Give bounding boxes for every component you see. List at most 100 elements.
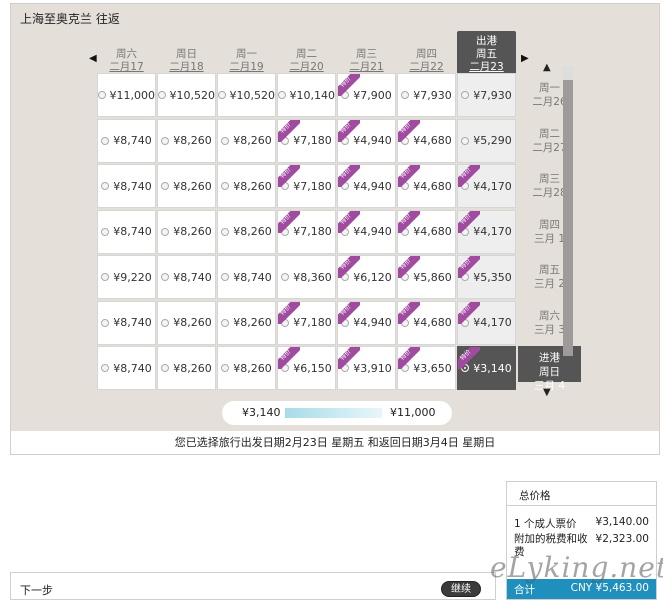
fare-cell[interactable]: ¥8,740 bbox=[217, 255, 276, 299]
fare-cell[interactable]: 特价 ¥4,680 bbox=[397, 164, 456, 208]
fare-cell[interactable]: ¥8,740 bbox=[97, 118, 156, 163]
fare-cell[interactable]: 特价 ¥6,150 bbox=[277, 346, 336, 390]
fare-cell[interactable]: ¥7,930 bbox=[397, 73, 456, 117]
fare-radio[interactable] bbox=[401, 91, 410, 99]
fare-radio[interactable] bbox=[101, 318, 110, 327]
scrollbar-thumb[interactable] bbox=[563, 66, 573, 80]
fare-cell[interactable]: 特价 ¥7,180 bbox=[277, 164, 336, 208]
fare-radio[interactable] bbox=[278, 91, 286, 99]
fare-cell[interactable]: 特价 ¥4,940 bbox=[337, 164, 396, 208]
fare-radio[interactable] bbox=[221, 136, 230, 145]
fare-cell[interactable]: ¥8,260 bbox=[217, 164, 276, 208]
fare-cell[interactable]: ¥7,930 bbox=[457, 73, 516, 117]
fare-cell[interactable]: ¥8,260 bbox=[157, 346, 216, 390]
fare-radio[interactable] bbox=[161, 273, 170, 281]
fare-cell[interactable]: ¥8,260 bbox=[217, 209, 276, 254]
scrollbar-track[interactable] bbox=[563, 66, 573, 356]
fare-radio[interactable] bbox=[221, 318, 230, 327]
column-header-3[interactable]: 周二 二月20 bbox=[277, 48, 336, 76]
fare-cell[interactable]: ¥5,290 bbox=[457, 118, 516, 163]
column-header-2[interactable]: 周一 二月19 bbox=[217, 48, 276, 76]
range-max: ¥11,000 bbox=[390, 406, 436, 419]
fare-cell[interactable]: 特价 ¥7,180 bbox=[277, 300, 336, 345]
fare-cell[interactable]: 特价 ¥4,680 bbox=[397, 209, 456, 254]
fare-cell[interactable]: ¥9,220 bbox=[97, 255, 156, 299]
fare-cell[interactable]: 特价 ¥3,910 bbox=[337, 346, 396, 390]
column-header-5[interactable]: 周四 二月22 bbox=[397, 48, 456, 76]
fare-radio[interactable] bbox=[161, 318, 170, 327]
column-header-1[interactable]: 周日 二月18 bbox=[157, 48, 216, 76]
tax-value: ¥2,323.00 bbox=[595, 533, 649, 545]
fare-cell[interactable]: 特价 ¥6,120 bbox=[337, 255, 396, 299]
fare-radio[interactable] bbox=[221, 273, 230, 281]
column-header-4[interactable]: 周三 二月21 bbox=[337, 48, 396, 76]
special-price-label: 特价 bbox=[458, 166, 473, 180]
fare-cell[interactable]: 特价 ¥4,680 bbox=[397, 300, 456, 345]
fare-radio[interactable] bbox=[461, 91, 470, 99]
fare-radio[interactable] bbox=[221, 227, 230, 236]
fare-cell[interactable]: ¥8,360 bbox=[277, 255, 336, 299]
fare-cell[interactable]: 特价 ¥5,860 bbox=[397, 255, 456, 299]
fare-cell[interactable]: 特价 ¥4,940 bbox=[337, 209, 396, 254]
fare-radio[interactable] bbox=[101, 227, 110, 236]
fare-price: ¥8,260 bbox=[173, 134, 212, 147]
special-price-label: 特价 bbox=[278, 166, 293, 180]
fare-cell[interactable]: ¥11,000 bbox=[97, 73, 156, 117]
fare-cell[interactable]: ¥8,260 bbox=[157, 300, 216, 345]
fare-radio[interactable] bbox=[221, 182, 230, 190]
fare-cell[interactable]: 特价 ¥7,180 bbox=[277, 118, 336, 163]
special-price-label: 特价 bbox=[338, 75, 353, 89]
fare-cell[interactable]: 特价 ¥4,940 bbox=[337, 300, 396, 345]
fare-cell[interactable]: ¥8,740 bbox=[157, 255, 216, 299]
fare-radio[interactable] bbox=[161, 136, 170, 145]
fare-cell[interactable]: 特价 ¥3,650 bbox=[397, 346, 456, 390]
special-price-label: 特价 bbox=[338, 211, 353, 226]
fare-cell[interactable]: ¥8,260 bbox=[157, 118, 216, 163]
fare-radio[interactable] bbox=[161, 364, 170, 372]
range-gradient-bar bbox=[285, 408, 382, 418]
fare-cell[interactable]: ¥8,260 bbox=[217, 118, 276, 163]
fare-cell[interactable]: ¥10,520 bbox=[217, 73, 276, 117]
column-header-0[interactable]: 周六 二月17 bbox=[97, 48, 156, 76]
fare-cell[interactable]: ¥8,740 bbox=[97, 346, 156, 390]
fare-cell[interactable]: 特价 ¥4,170 bbox=[457, 164, 516, 208]
fare-cell[interactable]: 特价 ¥4,680 bbox=[397, 118, 456, 163]
fare-cell[interactable]: 特价 ¥5,350 bbox=[457, 255, 516, 299]
fare-radio[interactable] bbox=[281, 273, 290, 281]
up-triangle-icon[interactable]: ▲ bbox=[543, 62, 551, 73]
fare-cell[interactable]: 特价 ¥7,900 bbox=[337, 73, 396, 117]
column-header-6[interactable]: 出港 周五 二月23 bbox=[457, 31, 516, 75]
fare-price: ¥7,930 bbox=[413, 88, 452, 102]
special-price-label: 特价 bbox=[458, 211, 473, 226]
fare-cell[interactable]: ¥8,740 bbox=[97, 300, 156, 345]
fare-radio[interactable] bbox=[161, 227, 170, 236]
fare-radio[interactable] bbox=[101, 364, 110, 372]
fare-cell[interactable]: 特价 ¥7,180 bbox=[277, 209, 336, 254]
fare-radio[interactable] bbox=[461, 136, 470, 145]
fare-cell[interactable]: 特价 ¥4,170 bbox=[457, 209, 516, 254]
left-triangle-icon[interactable]: ◀ bbox=[89, 53, 97, 64]
special-price-label: 特价 bbox=[458, 302, 473, 317]
fare-cell[interactable]: ¥8,740 bbox=[97, 164, 156, 208]
continue-button[interactable]: 继续 bbox=[441, 581, 481, 597]
fare-radio[interactable] bbox=[101, 182, 110, 190]
fare-radio[interactable] bbox=[218, 91, 226, 99]
fare-cell[interactable]: ¥8,260 bbox=[217, 346, 276, 390]
fare-cell[interactable]: 特价 ¥3,140 bbox=[457, 346, 516, 390]
fare-cell[interactable]: ¥8,260 bbox=[157, 164, 216, 208]
fare-radio[interactable] bbox=[101, 273, 110, 281]
fare-cell[interactable]: ¥8,740 bbox=[97, 209, 156, 254]
fare-radio[interactable] bbox=[98, 91, 106, 99]
fare-radio[interactable] bbox=[221, 364, 230, 372]
fare-cell[interactable]: 特价 ¥4,940 bbox=[337, 118, 396, 163]
fare-radio[interactable] bbox=[161, 182, 170, 190]
fare-radio[interactable] bbox=[101, 136, 110, 145]
fare-cell[interactable]: 特价 ¥4,170 bbox=[457, 300, 516, 345]
fare-cell[interactable]: ¥8,260 bbox=[157, 209, 216, 254]
fare-cell[interactable]: ¥10,140 bbox=[277, 73, 336, 117]
down-triangle-icon[interactable]: ▼ bbox=[543, 387, 551, 398]
fare-cell[interactable]: ¥8,260 bbox=[217, 300, 276, 345]
right-triangle-icon[interactable]: ▶ bbox=[521, 53, 529, 64]
fare-radio[interactable] bbox=[158, 91, 166, 99]
fare-cell[interactable]: ¥10,520 bbox=[157, 73, 216, 117]
